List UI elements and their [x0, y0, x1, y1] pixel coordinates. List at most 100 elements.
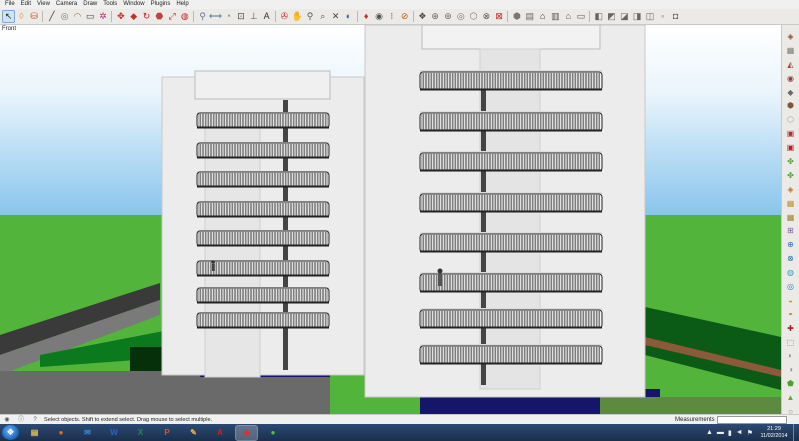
geo-location-icon[interactable]: ◉: [0, 416, 14, 424]
share-component-icon[interactable]: ⊛: [443, 11, 454, 22]
polygon-icon[interactable]: ✲: [98, 11, 109, 22]
plugin-tool-20-icon[interactable]: ▲: [785, 392, 797, 404]
3d-text-icon[interactable]: A: [261, 11, 272, 22]
rotate-icon[interactable]: ↻: [141, 11, 152, 22]
paint-icon[interactable]: ✎: [183, 426, 204, 440]
position-camera-icon[interactable]: ♦: [361, 11, 372, 22]
offset-icon[interactable]: ◍: [179, 11, 190, 22]
volume-icon[interactable]: ◄: [736, 429, 743, 436]
add-detail-icon[interactable]: ⬢: [785, 100, 797, 112]
plugin-tool-2-icon[interactable]: ▣: [785, 142, 797, 154]
sandbox-from-scratch-icon[interactable]: ▦: [785, 45, 797, 57]
network-icon[interactable]: ▮: [728, 429, 732, 437]
start-button[interactable]: ❖: [2, 425, 19, 440]
menu-plugins[interactable]: Plugins: [148, 0, 174, 9]
previous-view-icon[interactable]: ◐: [343, 11, 354, 22]
scale-icon[interactable]: ⤢: [167, 11, 178, 22]
plugin-tool-13-icon[interactable]: ◒: [785, 295, 797, 307]
sketchup-icon[interactable]: ◆: [235, 424, 258, 441]
front-view-icon[interactable]: ⌂: [537, 11, 548, 22]
plugin-tool-9-icon[interactable]: ⊕: [785, 239, 797, 251]
zoom-icon[interactable]: ⚲: [305, 11, 316, 22]
measurements-input[interactable]: [717, 415, 787, 424]
menu-camera[interactable]: Camera: [53, 0, 80, 9]
dimensions-icon[interactable]: ⟷: [209, 11, 222, 22]
plugin-tool-1-icon[interactable]: ▣: [785, 128, 797, 140]
paint-bucket-icon[interactable]: ⛁: [29, 11, 40, 22]
powerpoint-icon[interactable]: P: [157, 426, 178, 440]
flip-edge-icon[interactable]: ⬡: [785, 114, 797, 126]
plugin-tool-19-icon[interactable]: ⬟: [785, 378, 797, 390]
eraser-icon[interactable]: ◊: [16, 11, 27, 22]
walk-icon[interactable]: ⁝: [386, 11, 397, 22]
plugin-tool-8-icon[interactable]: ⊞: [785, 225, 797, 237]
plugin-tool-7-icon[interactable]: ▦: [785, 212, 797, 224]
select-icon[interactable]: ↖: [2, 10, 15, 23]
word-icon[interactable]: W: [104, 426, 125, 440]
line-icon[interactable]: ╱: [46, 11, 57, 22]
hidden-line-style-icon[interactable]: ◪: [619, 11, 630, 22]
right-view-icon[interactable]: ▥: [550, 11, 561, 22]
extension-warehouse-icon[interactable]: ◎: [455, 11, 466, 22]
plugin-tool-6-icon[interactable]: ▦: [785, 198, 797, 210]
plugin-tool-11-icon[interactable]: ◍: [785, 267, 797, 279]
orbit-icon[interactable]: ✇: [279, 11, 290, 22]
menu-view[interactable]: View: [34, 0, 53, 9]
spotify-icon[interactable]: ●: [263, 426, 284, 440]
pan-icon[interactable]: ✋: [292, 11, 303, 22]
menu-draw[interactable]: Draw: [80, 0, 100, 9]
acrobat-icon[interactable]: A: [210, 426, 231, 440]
menu-tools[interactable]: Tools: [100, 0, 120, 9]
match-photo-icon[interactable]: ⊗: [481, 11, 492, 22]
drape-icon[interactable]: ◆: [785, 87, 797, 99]
left-view-icon[interactable]: ▭: [575, 11, 586, 22]
move-icon[interactable]: ✥: [115, 11, 126, 22]
tape-measure-icon[interactable]: ⚲: [197, 11, 208, 22]
look-around-icon[interactable]: ◉: [374, 11, 385, 22]
component-icon[interactable]: ⬡: [468, 11, 479, 22]
menu-file[interactable]: File: [2, 0, 18, 9]
plugin-tool-10-icon[interactable]: ⊗: [785, 253, 797, 265]
section-plane-icon[interactable]: ⊘: [399, 11, 410, 22]
top-view-icon[interactable]: ▤: [524, 11, 535, 22]
credits-icon[interactable]: ⓘ: [14, 416, 28, 424]
plugin-tool-3-icon[interactable]: ✤: [785, 156, 797, 168]
back-edges-style-icon[interactable]: ◘: [670, 11, 681, 22]
firefox-icon[interactable]: ●: [51, 426, 72, 440]
plugin-tool-5-icon[interactable]: ◈: [785, 184, 797, 196]
menu-window[interactable]: Window: [120, 0, 147, 9]
rectangle-icon[interactable]: ▭: [85, 11, 96, 22]
wireframe-style-icon[interactable]: ◩: [606, 11, 617, 22]
xray-style-icon[interactable]: ◧: [593, 11, 604, 22]
sandbox-from-contours-icon[interactable]: ◈: [785, 31, 797, 43]
text-icon[interactable]: ⊡: [236, 11, 247, 22]
follow-me-icon[interactable]: ⬣: [154, 11, 165, 22]
shaded-texture-style-icon[interactable]: ◫: [644, 11, 655, 22]
flag-icon[interactable]: ⚑: [747, 429, 753, 437]
help-icon[interactable]: ?: [28, 416, 42, 424]
excel-icon[interactable]: X: [130, 426, 151, 440]
smoove-icon[interactable]: ◭: [785, 59, 797, 71]
outlook-icon[interactable]: ✉: [77, 426, 98, 440]
get-models-icon[interactable]: ❖: [417, 11, 428, 22]
zoom-extents-icon[interactable]: ✕: [330, 11, 341, 22]
menu-edit[interactable]: Edit: [18, 0, 34, 9]
back-view-icon[interactable]: ⌂: [563, 11, 574, 22]
plugin-tool-4-icon[interactable]: ✤: [785, 170, 797, 182]
circle-icon[interactable]: ◎: [59, 11, 70, 22]
show-desktop-button[interactable]: [793, 424, 799, 441]
iso-view-icon[interactable]: ⬢: [511, 11, 522, 22]
plugin-tool-18-icon[interactable]: ◑: [785, 364, 797, 376]
shaded-style-icon[interactable]: ◨: [632, 11, 643, 22]
plugin-tool-15-icon[interactable]: ✚: [785, 323, 797, 335]
monochrome-style-icon[interactable]: ◦: [657, 11, 668, 22]
arc-icon[interactable]: ◠: [72, 11, 83, 22]
share-model-icon[interactable]: ⊕: [430, 11, 441, 22]
stamp-icon[interactable]: ◉: [785, 73, 797, 85]
zoom-window-icon[interactable]: ⌕: [317, 11, 328, 22]
model-viewport[interactable]: Front: [0, 25, 781, 414]
show-hidden-icons-icon[interactable]: ▲: [706, 429, 713, 436]
protractor-icon[interactable]: ◔: [223, 11, 234, 22]
menu-help[interactable]: Help: [173, 0, 191, 9]
explorer-icon[interactable]: ▤: [24, 426, 45, 440]
